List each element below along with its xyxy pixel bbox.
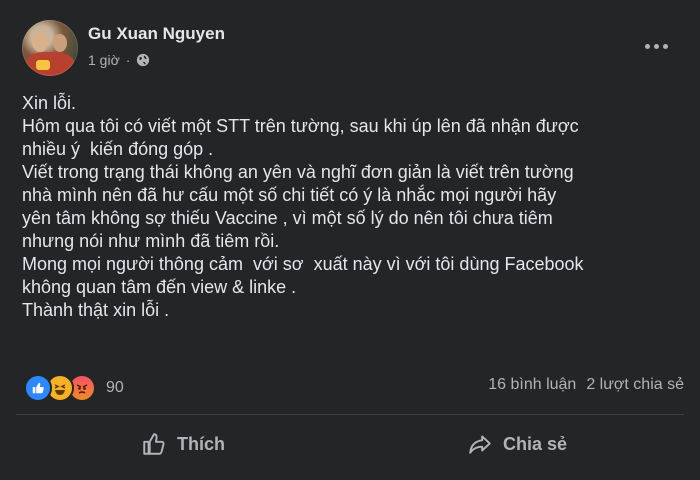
- reaction-count: 90: [106, 379, 124, 396]
- post-time[interactable]: 1 giờ: [88, 52, 120, 68]
- thumbs-up-icon: [143, 433, 165, 455]
- post-text-line: Hôm qua tôi có viết một STT trên tường, …: [22, 116, 579, 136]
- like-button-label: Thích: [177, 433, 225, 454]
- more-options-button[interactable]: [640, 36, 672, 56]
- post-text-line: nhiều ý kiến đóng góp .: [22, 139, 214, 159]
- post-text-line: không quan tâm đến view & linke .: [22, 277, 297, 297]
- post-text-line: Viết trong trạng thái không an yên và ng…: [22, 162, 574, 182]
- post-text-line: Mong mọi người thông cảm với sơ xuất này…: [22, 254, 584, 274]
- shares-count-link[interactable]: 2 lượt chia sẻ: [586, 376, 684, 394]
- post-text-line: yên tâm không sợ thiếu Vaccine , vì một …: [22, 208, 553, 228]
- share-button-label: Chia sẻ: [502, 433, 568, 454]
- globe-icon: [137, 53, 150, 67]
- post-actions: Thích Chia sẻ: [16, 420, 684, 468]
- post-text-line: Thành thật xin lỗi .: [22, 300, 170, 320]
- share-button[interactable]: Chia sẻ: [350, 420, 684, 468]
- post-text-line: nhưng nói như mình đã tiêm rồi.: [22, 231, 280, 251]
- post-stats: 16 bình luận 2 lượt chia sẻ: [488, 376, 684, 394]
- post-text: Xin lỗi. Hôm qua tôi có viết một STT trê…: [22, 92, 687, 322]
- avatar[interactable]: [22, 20, 78, 76]
- comments-count-link[interactable]: 16 bình luận: [488, 376, 576, 394]
- post-meta: 1 giờ ·: [88, 52, 150, 68]
- facebook-post: Gu Xuan Nguyen 1 giờ · Xin lỗi. Hôm qua …: [0, 0, 700, 480]
- dot-separator: ·: [125, 52, 131, 68]
- author-name[interactable]: Gu Xuan Nguyen: [88, 24, 225, 44]
- reactions-summary[interactable]: 90: [24, 374, 124, 402]
- like-button[interactable]: Thích: [16, 420, 350, 468]
- like-icon: [24, 374, 52, 402]
- share-arrow-icon: [469, 435, 491, 454]
- divider: [16, 414, 684, 415]
- post-text-line: Xin lỗi.: [22, 93, 77, 113]
- post-text-line: nhà mình nên đã hư cấu một số chi tiết c…: [22, 185, 557, 205]
